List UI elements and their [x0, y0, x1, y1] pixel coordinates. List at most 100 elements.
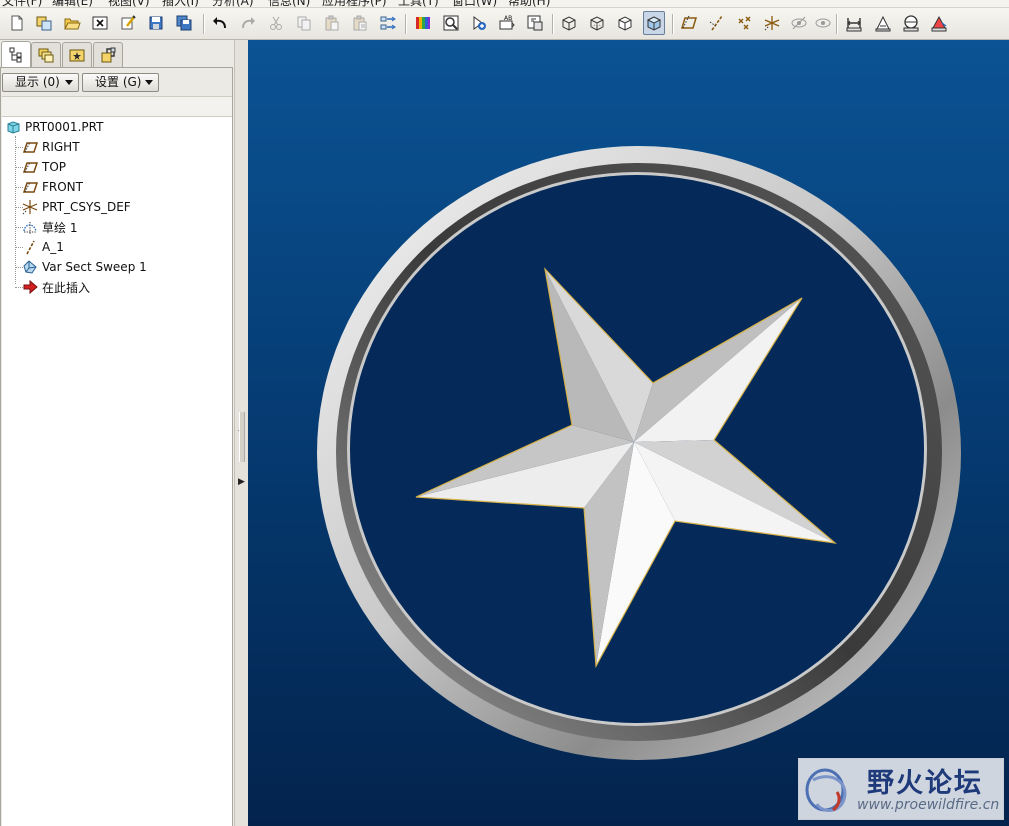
color-bar-button[interactable] [412, 11, 434, 35]
hide-button[interactable] [788, 11, 810, 35]
copy-button[interactable] [293, 11, 315, 35]
measure-area-icon [931, 15, 947, 32]
tree-node[interactable]: 在此插入 [2, 277, 252, 297]
toolbar-separator [203, 14, 205, 34]
connection-icon [101, 47, 116, 63]
navigator-tabs [0, 40, 236, 68]
annotation-button[interactable]: AB [496, 11, 518, 35]
datum-axis-icon [709, 15, 723, 31]
tree-connector [15, 187, 23, 189]
datum-plane-icon [22, 159, 38, 175]
tree-connector [15, 287, 23, 289]
tree-node[interactable]: RIGHT [2, 137, 252, 157]
tab-connection[interactable] [93, 42, 123, 67]
redo-button[interactable] [237, 11, 259, 35]
measure-distance-icon [846, 18, 862, 32]
regenerate-icon [121, 15, 136, 30]
shading-button[interactable] [643, 11, 665, 35]
datum-plane-button[interactable] [678, 11, 700, 35]
tab-model-tree[interactable] [1, 41, 31, 68]
tab-favorites[interactable] [62, 42, 92, 67]
panel-splitter[interactable]: ◀ ▶ [234, 40, 248, 826]
close-window-button[interactable] [89, 11, 111, 35]
menu-item[interactable]: 视图(V) [108, 0, 150, 7]
graphics-window[interactable] [248, 40, 1009, 826]
datum-axis-button[interactable] [706, 11, 728, 35]
tree-node[interactable]: FRONT [2, 177, 252, 197]
close-window-icon [92, 16, 108, 30]
menubar: 文件(F) 编辑(E) 视图(V) 插入(I) 分析(A) 信息(N) 应用程序(P) 工具(… [0, 0, 1009, 8]
show-button[interactable] [812, 11, 834, 35]
measure-area-button[interactable] [928, 11, 950, 35]
menu-item[interactable]: 窗口(W) [452, 0, 497, 7]
menu-item[interactable]: 帮助(H) [508, 0, 550, 7]
favorites-icon [69, 49, 85, 62]
hide-icon [791, 16, 807, 30]
svg-text:AB: AB [504, 15, 512, 22]
swap-button[interactable] [377, 11, 399, 35]
forum-watermark: 野火论坛 www.proewildfire.cn [798, 758, 1004, 820]
menu-item[interactable]: 工具(T) [398, 0, 439, 7]
menu-item[interactable]: 编辑(E) [52, 0, 93, 7]
redo-icon [242, 17, 255, 29]
save-icon [149, 16, 163, 30]
measure-angle-button[interactable] [872, 11, 894, 35]
measure-diameter-button[interactable] [900, 11, 922, 35]
datum-point-button[interactable] [734, 11, 756, 35]
save-button[interactable] [145, 11, 167, 35]
measure-angle-icon [875, 15, 891, 32]
csys-button[interactable] [761, 11, 783, 35]
annotation-icon: AB [499, 15, 515, 30]
model-render [317, 146, 961, 760]
paste-button[interactable] [321, 11, 343, 35]
tree-node[interactable]: Var Sect Sweep 1 [2, 257, 252, 277]
show-dropdown-label: 显示 (0) [15, 75, 60, 89]
tree-node[interactable]: A_1 [2, 237, 252, 257]
toolbar-separator [836, 14, 838, 34]
wireframe-icon [562, 16, 576, 31]
tree-node[interactable]: 草绘 1 [2, 217, 252, 237]
menu-item[interactable]: 插入(I) [162, 0, 199, 7]
insert-here-arrow-icon [22, 279, 38, 295]
toolbar-separator [552, 14, 554, 34]
undo-icon [213, 17, 226, 29]
open-session-button[interactable] [33, 11, 55, 35]
zoom-in-icon [473, 16, 486, 30]
paste-special-button[interactable] [349, 11, 371, 35]
repaint-button[interactable] [524, 11, 546, 35]
model-tree-icon [9, 47, 22, 63]
menu-item[interactable]: 文件(F) [2, 0, 42, 7]
hidden-line-button[interactable] [586, 11, 608, 35]
csys-icon [764, 16, 780, 31]
navigator-frame: 显示 (0) 设置 (G) PRT0001.PRT RIGHT TOP FRONT PR… [0, 67, 233, 826]
zoom-fit-button[interactable] [440, 11, 462, 35]
regenerate-button[interactable] [117, 11, 139, 35]
open-folder-button[interactable] [61, 11, 83, 35]
menu-item[interactable]: 分析(A) [212, 0, 254, 7]
chevron-down-icon [145, 80, 153, 85]
tree-node[interactable]: PRT_CSYS_DEF [2, 197, 252, 217]
undo-button[interactable] [209, 11, 231, 35]
tree-connector [15, 147, 23, 149]
measure-distance-button[interactable] [843, 11, 865, 35]
settings-dropdown[interactable]: 设置 (G) [82, 73, 159, 92]
no-hidden-button[interactable] [614, 11, 636, 35]
tree-node-label: 草绘 1 [42, 220, 78, 235]
cut-button[interactable] [265, 11, 287, 35]
tree-node[interactable]: TOP [2, 157, 252, 177]
save-copy-button[interactable] [173, 11, 195, 35]
tree-root-node[interactable]: PRT0001.PRT [2, 117, 235, 137]
expand-right-icon[interactable]: ▶ [238, 477, 245, 487]
main-toolbar: AB [0, 8, 1009, 40]
tree-connector [15, 267, 23, 269]
part-icon [5, 119, 21, 135]
menu-item[interactable]: 信息(N) [268, 0, 310, 7]
wireframe-button[interactable] [558, 11, 580, 35]
zoom-in-button[interactable] [468, 11, 490, 35]
menu-item[interactable]: 应用程序(P) [322, 0, 387, 7]
splitter-grip[interactable] [239, 412, 245, 462]
tab-layer-tree[interactable] [31, 42, 61, 67]
new-file-button[interactable] [6, 11, 28, 35]
hidden-line-icon [590, 16, 604, 31]
show-dropdown[interactable]: 显示 (0) [2, 73, 79, 92]
